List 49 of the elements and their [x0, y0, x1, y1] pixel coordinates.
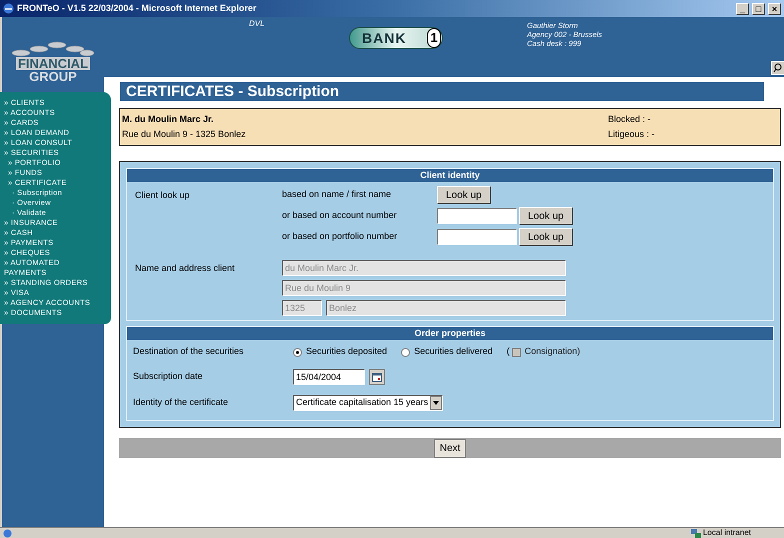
consignation-label: Consignation)	[524, 345, 580, 358]
calendar-button[interactable]	[369, 369, 385, 385]
field-label: Name and address client	[134, 262, 236, 275]
zone-label: Local intranet	[702, 527, 751, 538]
street-field: Rue du Moulin 9	[282, 280, 566, 296]
dropdown-arrow-icon	[433, 401, 440, 405]
window-control[interactable]: ×	[768, 2, 781, 14]
network-icon	[690, 528, 701, 538]
city-field: Bonlez	[326, 300, 566, 316]
section-header: Client identity	[127, 169, 773, 182]
field-label: Subscription date	[133, 370, 204, 384]
logo-text: GROUP	[29, 70, 77, 83]
lookup-label: or based on account number	[282, 209, 398, 222]
logo-text: FINANCIAL	[16, 57, 90, 70]
radio-option[interactable]: Securities delivered	[401, 345, 493, 359]
page-title: CERTIFICATES - Subscription	[120, 82, 764, 101]
bank-logo-number: 1	[427, 28, 441, 48]
environment-label: DVL	[249, 18, 265, 30]
lookup-label: or based on portfolio number	[282, 230, 398, 244]
date-field[interactable]: 15/04/2004	[293, 369, 365, 385]
field-label: Identity of the certificate	[133, 396, 230, 410]
lookup-label: based on name / first name	[282, 188, 392, 202]
paren-text: (	[506, 345, 510, 358]
section-header: Order properties	[127, 327, 773, 340]
calendar-icon	[372, 372, 382, 382]
certificate-select[interactable]: Certificate capitalisation 15 years	[293, 395, 444, 411]
window-title: FRONTeO - V1.5 22/03/2004 - Microsoft Internet Explorer	[17, 2, 258, 15]
client-name-field: du Moulin Marc Jr.	[282, 260, 566, 276]
cylinders-logo-icon	[11, 41, 95, 57]
window-control[interactable]: _	[736, 2, 749, 14]
search-button[interactable]	[771, 61, 784, 75]
page-icon	[3, 528, 12, 538]
client-name: M. du Moulin Marc Jr.	[122, 113, 215, 126]
next-button[interactable]: Next	[434, 438, 466, 458]
browser-icon	[3, 3, 14, 14]
look-up-button[interactable]: Look up	[437, 186, 491, 204]
zip-field: 1325	[282, 300, 322, 316]
blocked-status: Blocked : -	[608, 113, 652, 126]
bank-logo-text: BANK	[362, 28, 406, 48]
look-up-button[interactable]: Look up	[519, 228, 573, 246]
look-up-button[interactable]: Look up	[519, 207, 573, 225]
client-address: Rue du Moulin 9 - 1325 Bonlez	[122, 128, 247, 141]
field-label: Destination of the securities	[133, 345, 245, 358]
window-control[interactable]: □	[752, 2, 765, 14]
radio-option[interactable]: Securities deposited	[293, 345, 388, 359]
field-label: Client look up	[134, 189, 191, 202]
lookup-input[interactable]	[437, 208, 517, 224]
lookup-input[interactable]	[437, 229, 517, 245]
litigious-status: Litigeous : -	[608, 128, 656, 141]
